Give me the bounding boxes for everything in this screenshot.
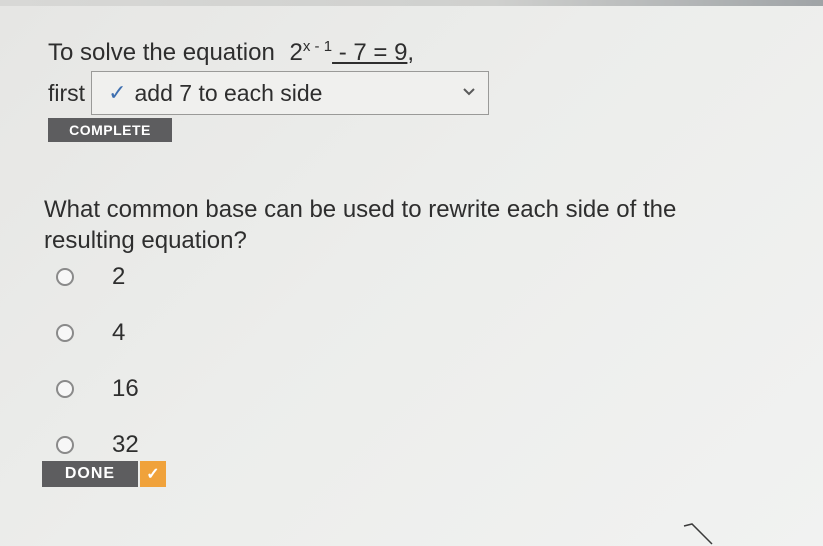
question-text: What common base can be used to rewrite … <box>44 196 677 254</box>
first-step-dropdown[interactable]: ✓ add 7 to each side <box>91 71 490 115</box>
answer-options: 2 4 16 32 <box>56 262 139 486</box>
done-button[interactable]: DONE ✓ <box>42 461 168 487</box>
answer-option-label: 2 <box>112 263 126 290</box>
chevron-down-icon[interactable] <box>462 84 476 101</box>
answer-option[interactable]: 4 <box>56 318 139 348</box>
answer-option[interactable]: 16 <box>56 374 139 404</box>
done-label: DONE <box>42 461 138 487</box>
equation-base: 2 <box>289 39 303 66</box>
equation-trailing: , <box>407 39 415 66</box>
complete-badge: COMPLETE <box>48 118 172 142</box>
radio-button[interactable] <box>56 436 74 454</box>
answer-option-label: 16 <box>112 375 139 402</box>
answer-option[interactable]: 32 <box>56 430 139 460</box>
done-check-icon: ✓ <box>140 461 166 487</box>
mouse-pointer-icon <box>683 523 713 545</box>
radio-button[interactable] <box>56 380 74 398</box>
top-bar <box>0 0 823 6</box>
equation-intro: To solve the equation <box>48 39 275 66</box>
equation: 2x - 1 - 7 = 9, <box>289 38 415 66</box>
dropdown-selected-value: add 7 to each side <box>134 79 323 106</box>
equation-exponent: x - 1 <box>302 38 333 55</box>
radio-button[interactable] <box>56 324 74 342</box>
check-icon: ✓ <box>108 80 127 105</box>
equation-rest: - 7 = 9 <box>332 39 408 66</box>
answer-option-label: 32 <box>112 431 139 458</box>
first-step-row: first ✓ add 7 to each side <box>48 70 490 116</box>
answer-option[interactable]: 2 <box>56 262 139 292</box>
answer-option-label: 4 <box>112 319 126 346</box>
first-label: first <box>48 79 86 106</box>
radio-button[interactable] <box>56 268 74 286</box>
equation-line: To solve the equation 2x - 1 - 7 = 9, <box>48 32 414 68</box>
